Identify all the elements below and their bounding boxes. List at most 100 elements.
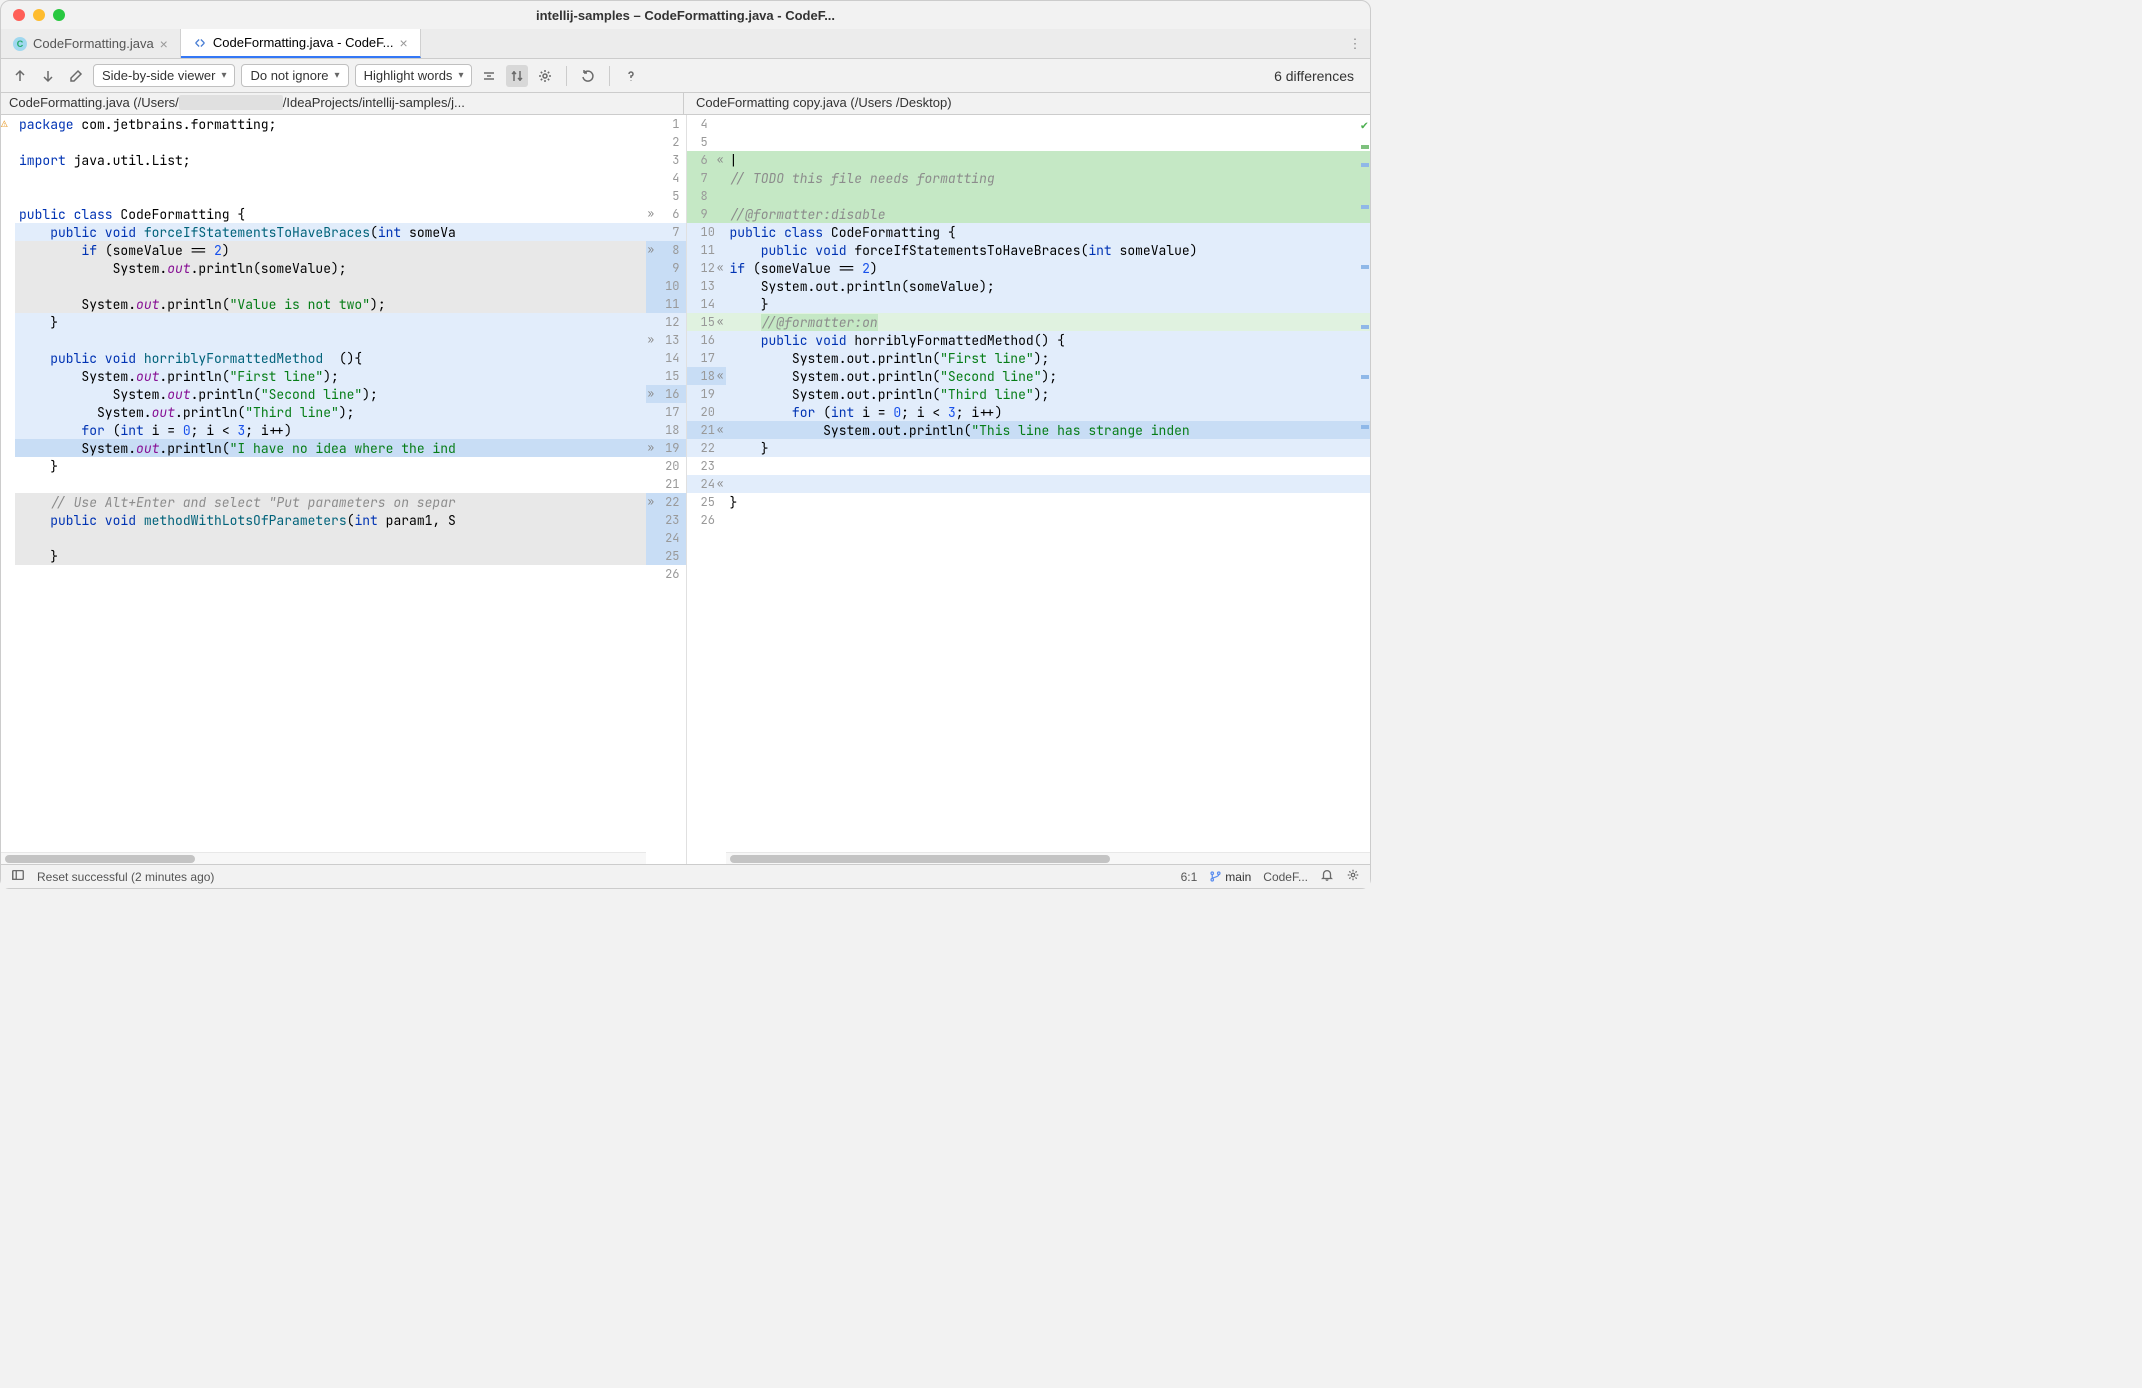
- close-window-button[interactable]: [13, 9, 25, 21]
- notifications-icon[interactable]: [1320, 868, 1334, 885]
- left-horizontal-scrollbar[interactable]: [1, 852, 646, 864]
- code-line[interactable]: System.out.println("First line");: [15, 367, 646, 385]
- code-line[interactable]: if (someValue == 2): [726, 259, 1371, 277]
- code-line[interactable]: }: [726, 439, 1371, 457]
- code-line[interactable]: [15, 169, 646, 187]
- cursor-position[interactable]: 6:1: [1181, 870, 1198, 884]
- code-line[interactable]: System.out.println(someValue);: [726, 277, 1371, 295]
- help-icon[interactable]: [620, 65, 642, 87]
- tab-codeformatting[interactable]: C CodeFormatting.java ×: [1, 29, 181, 58]
- line-number: 7: [687, 169, 726, 187]
- warning-icon: ⚠: [1, 117, 8, 131]
- code-line[interactable]: System.out.println("This line has strang…: [726, 421, 1371, 439]
- code-line[interactable]: System.out.println("Second line");: [15, 385, 646, 403]
- code-line[interactable]: public void forceIfStatementsToHaveBrace…: [726, 241, 1371, 259]
- line-number: 22: [687, 439, 726, 457]
- code-line[interactable]: public void methodWithLotsOfParameters(i…: [15, 511, 646, 529]
- left-file-path: CodeFormatting.java (/Users/xxxxxxxxxxxx…: [1, 93, 683, 114]
- code-line[interactable]: }: [726, 295, 1371, 313]
- tab-diff[interactable]: CodeFormatting.java - CodeF... ×: [181, 29, 421, 58]
- code-line[interactable]: public class CodeFormatting {: [726, 223, 1371, 241]
- line-number: 1: [646, 115, 686, 133]
- git-branch-widget[interactable]: main: [1209, 870, 1251, 884]
- code-line[interactable]: [15, 133, 646, 151]
- code-line[interactable]: System.out.println("First line");: [726, 349, 1371, 367]
- code-line[interactable]: }: [15, 457, 646, 475]
- line-number: 12: [646, 313, 686, 331]
- tool-window-icon[interactable]: [11, 868, 25, 885]
- java-class-icon: C: [13, 37, 27, 51]
- code-line[interactable]: }: [15, 547, 646, 565]
- code-line[interactable]: [726, 511, 1371, 529]
- edit-icon[interactable]: [65, 65, 87, 87]
- code-line[interactable]: import java.util.List;: [15, 151, 646, 169]
- code-line[interactable]: [726, 133, 1371, 151]
- minimize-window-button[interactable]: [33, 9, 45, 21]
- code-line[interactable]: public void forceIfStatementsToHaveBrace…: [15, 223, 646, 241]
- code-line[interactable]: }: [726, 493, 1371, 511]
- line-number: 25: [687, 493, 726, 511]
- code-line[interactable]: [15, 187, 646, 205]
- code-line[interactable]: [726, 187, 1371, 205]
- sync-scroll-icon[interactable]: [506, 65, 528, 87]
- code-line[interactable]: // Use Alt+Enter and select "Put paramet…: [15, 493, 646, 511]
- maximize-window-button[interactable]: [53, 9, 65, 21]
- window-controls: [13, 9, 65, 21]
- code-line[interactable]: // TODO this file needs formatting: [726, 169, 1371, 187]
- code-line[interactable]: //@formatter:on: [726, 313, 1371, 331]
- right-horizontal-scrollbar[interactable]: [726, 852, 1371, 864]
- highlight-mode-dropdown[interactable]: Highlight words ▾: [355, 64, 473, 87]
- left-pane: package com.jetbrains.formatting; import …: [1, 115, 646, 864]
- line-number: »19: [646, 439, 686, 457]
- code-line[interactable]: [726, 475, 1371, 493]
- line-number: 14: [646, 349, 686, 367]
- code-line[interactable]: System.out.println(someValue);: [15, 259, 646, 277]
- right-line-numbers: 456«789101112«131415«161718«192021«22232…: [686, 115, 726, 864]
- code-line[interactable]: [15, 475, 646, 493]
- code-line[interactable]: [726, 115, 1371, 133]
- code-line[interactable]: public void horriblyFormattedMethod (){: [15, 349, 646, 367]
- settings-icon[interactable]: [534, 65, 556, 87]
- next-diff-button[interactable]: [37, 65, 59, 87]
- tabs-more-icon[interactable]: ⋮: [1340, 29, 1370, 58]
- code-line[interactable]: System.out.println("Value is not two");: [15, 295, 646, 313]
- code-line[interactable]: System.out.println("Third line");: [726, 385, 1371, 403]
- right-code-editor[interactable]: |// TODO this file needs formatting //@fo…: [726, 115, 1371, 852]
- code-line[interactable]: [15, 331, 646, 349]
- close-icon[interactable]: ×: [160, 36, 168, 52]
- ignore-mode-dropdown[interactable]: Do not ignore ▾: [241, 64, 348, 87]
- left-code-editor[interactable]: package com.jetbrains.formatting; import …: [15, 115, 646, 852]
- ide-settings-icon[interactable]: [1346, 868, 1360, 885]
- line-number: 26: [687, 511, 726, 529]
- code-line[interactable]: [726, 457, 1371, 475]
- code-line[interactable]: [15, 565, 646, 583]
- code-line[interactable]: System.out.println("I have no idea where…: [15, 439, 646, 457]
- line-number: »22: [646, 493, 686, 511]
- code-line[interactable]: System.out.println("Third line");: [15, 403, 646, 421]
- prev-diff-button[interactable]: [9, 65, 31, 87]
- status-trail[interactable]: CodeF...: [1263, 870, 1308, 884]
- line-number: 13: [687, 277, 726, 295]
- code-line[interactable]: for (int i = 0; i < 3; i++): [15, 421, 646, 439]
- code-line[interactable]: public class CodeFormatting {: [15, 205, 646, 223]
- code-line[interactable]: |: [726, 151, 1371, 169]
- refresh-icon[interactable]: [577, 65, 599, 87]
- close-icon[interactable]: ×: [400, 35, 408, 51]
- chevron-down-icon: ▾: [221, 70, 226, 81]
- right-error-stripe[interactable]: [1360, 115, 1370, 852]
- code-line[interactable]: for (int i = 0; i < 3; i++): [726, 403, 1371, 421]
- code-line[interactable]: public void horriblyFormattedMethod() {: [726, 331, 1371, 349]
- viewer-mode-dropdown[interactable]: Side-by-side viewer ▾: [93, 64, 235, 87]
- line-number: 11: [687, 241, 726, 259]
- line-number: 10: [646, 277, 686, 295]
- code-line[interactable]: //@formatter:disable: [726, 205, 1371, 223]
- collapse-unchanged-icon[interactable]: [478, 65, 500, 87]
- code-line[interactable]: }: [15, 313, 646, 331]
- code-line[interactable]: [15, 277, 646, 295]
- code-line[interactable]: System.out.println("Second line");: [726, 367, 1371, 385]
- code-line[interactable]: [15, 529, 646, 547]
- code-line[interactable]: package com.jetbrains.formatting;: [15, 115, 646, 133]
- dropdown-label: Do not ignore: [250, 68, 328, 83]
- code-line[interactable]: if (someValue == 2): [15, 241, 646, 259]
- line-number: »16: [646, 385, 686, 403]
